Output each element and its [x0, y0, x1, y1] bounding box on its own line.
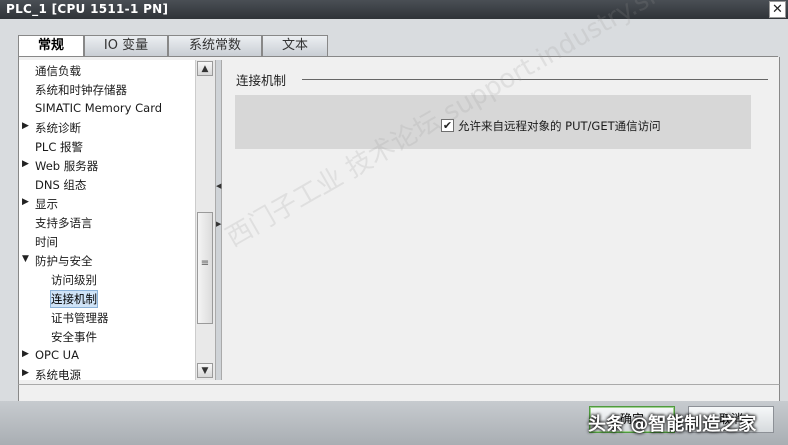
- tree-item-label: 显示: [35, 197, 58, 211]
- tree-item-label: 系统和时钟存储器: [35, 83, 127, 97]
- section-title: 连接机制: [236, 73, 287, 88]
- tree-item[interactable]: 时间: [19, 232, 195, 251]
- collapsed-arrow-icon[interactable]: ▶: [22, 368, 29, 378]
- tree-item[interactable]: 访问级别: [19, 270, 195, 289]
- property-tree: 通信负载系统和时钟存储器 SIMATIC Memory Card ▶ 系统诊断 PLC …: [19, 60, 195, 380]
- tree-item[interactable]: ▶ 显示: [19, 194, 195, 213]
- tab-content: 通信负载系统和时钟存储器 SIMATIC Memory Card ▶ 系统诊断 PLC …: [18, 57, 780, 384]
- tree-item[interactable]: 证书管理器: [19, 308, 195, 327]
- tree-item[interactable]: 通信负载: [19, 61, 195, 80]
- tree-item[interactable]: SIMATIC Memory Card: [19, 99, 195, 118]
- tree-item-label: 系统诊断: [35, 121, 81, 135]
- window-title: PLC_1 [CPU 1511-1 PN]: [6, 2, 169, 16]
- tab-general[interactable]: 常规: [18, 35, 84, 58]
- tree-item[interactable]: ▶ 系统诊断: [19, 118, 195, 137]
- collapse-left-icon[interactable]: ◀: [216, 182, 221, 190]
- tree-item[interactable]: 安全事件: [19, 327, 195, 346]
- tree-item-label: OPC UA: [35, 348, 79, 362]
- tree-item-label: 证书管理器: [51, 311, 109, 325]
- tree-item-label: 防护与安全: [35, 254, 93, 268]
- tree-item[interactable]: DNS 组态: [19, 175, 195, 194]
- tree-item-label: Web 服务器: [35, 159, 99, 173]
- scroll-down-icon[interactable]: ▼: [197, 363, 213, 378]
- tree-item[interactable]: ▶ Web 服务器: [19, 156, 195, 175]
- put-get-checkbox-label: 允许来自远程对象的 PUT/GET通信访问: [458, 119, 661, 133]
- tree-item-label: 安全事件: [51, 330, 97, 344]
- expanded-arrow-icon[interactable]: ▼: [22, 254, 29, 264]
- grip-icon: ≡: [200, 258, 210, 269]
- collapsed-arrow-icon[interactable]: ▶: [22, 159, 29, 169]
- tree-item[interactable]: 连接机制: [19, 289, 195, 308]
- tree-item-label: 支持多语言: [35, 216, 93, 230]
- tree-item[interactable]: ▶ 系统电源: [19, 365, 195, 380]
- corner-watermark: 头条 @智能制造之家: [588, 414, 757, 435]
- tree-scrollbar[interactable]: ▲ ≡ ▼: [195, 60, 215, 380]
- collapsed-arrow-icon[interactable]: ▶: [22, 121, 29, 131]
- tab-system-constants[interactable]: 系统常数: [168, 35, 262, 56]
- properties-pane: 连接机制 ✔ 允许来自远程对象的 PUT/GET通信访问: [222, 60, 774, 380]
- tree-item[interactable]: 支持多语言: [19, 213, 195, 232]
- tree-item-label: SIMATIC Memory Card: [35, 101, 163, 115]
- close-icon[interactable]: ✕: [769, 1, 786, 18]
- tab-io-tags[interactable]: IO 变量: [84, 35, 168, 56]
- tree-item-label: 时间: [35, 235, 58, 249]
- tree-item-label: PLC 报警: [35, 140, 84, 154]
- tree-item[interactable]: ▶ OPC UA: [19, 346, 195, 365]
- tree-item-label: 连接机制: [50, 290, 98, 308]
- tree-item-label: 访问级别: [51, 273, 97, 287]
- scroll-up-icon[interactable]: ▲: [197, 61, 213, 76]
- scroll-thumb[interactable]: ≡: [197, 212, 213, 324]
- tree-item-label: DNS 组态: [35, 178, 87, 192]
- content-footer: [18, 384, 780, 402]
- collapsed-arrow-icon[interactable]: ▶: [22, 349, 29, 359]
- tree-item-label: 系统电源: [35, 368, 81, 380]
- tree-item-label: 通信负载: [35, 64, 81, 78]
- tree-item[interactable]: 系统和时钟存储器: [19, 80, 195, 99]
- collapsed-arrow-icon[interactable]: ▶: [22, 197, 29, 207]
- tree-item[interactable]: PLC 报警: [19, 137, 195, 156]
- tree-item[interactable]: ▼ 防护与安全: [19, 251, 195, 270]
- tab-texts[interactable]: 文本: [262, 35, 328, 56]
- properties-dialog: PLC_1 [CPU 1511-1 PN] ✕ 常规 IO 变量 系统常数 文本…: [0, 0, 788, 445]
